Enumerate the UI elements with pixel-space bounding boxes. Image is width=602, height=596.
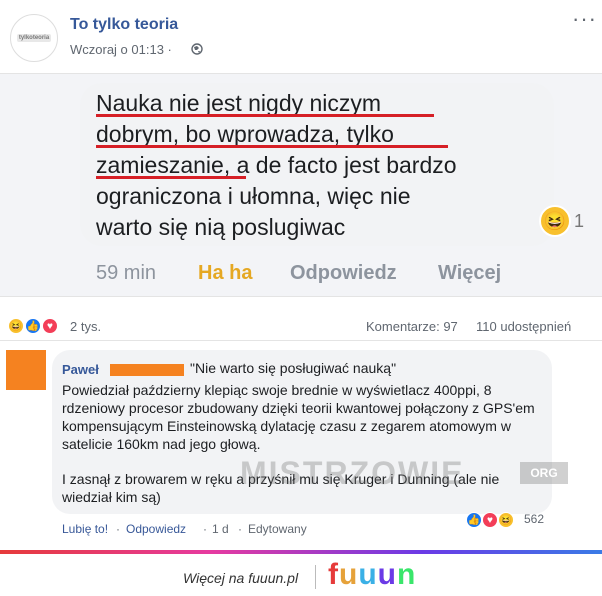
watermark: MISTRZOWIE [240, 455, 465, 491]
emoji-count: 1 [574, 211, 585, 231]
quoted-reply: Odpowiedz [290, 262, 397, 284]
comment-body: Powiedział październy klepiąc swoje bred… [62, 382, 535, 452]
page-avatar[interactable]: tylkoteoria [10, 14, 58, 62]
love-reaction-icon[interactable]: ♥ [482, 512, 498, 528]
comments-count[interactable]: Komentarze: 97 [366, 319, 458, 334]
haha-reaction-icon[interactable]: 😆 [498, 512, 514, 528]
red-underline [96, 145, 448, 148]
post-timestamp[interactable]: Wczoraj o 01:13 · [70, 42, 172, 57]
haha-reaction-icon[interactable]: 😆 [8, 318, 24, 334]
comment-reaction-count[interactable]: 562 [524, 512, 544, 526]
logo-letter: u [377, 558, 397, 591]
red-underline [96, 114, 434, 117]
quote-underlined: zamieszanie [96, 152, 224, 178]
logo-letter: f [328, 558, 339, 591]
comment-age[interactable]: 1 d [212, 522, 229, 536]
fuuun-logo[interactable]: fuuun [328, 558, 416, 592]
comment-author[interactable]: Paweł [62, 362, 99, 377]
love-reaction-icon[interactable]: ♥ [42, 318, 58, 334]
reaction-count[interactable]: 2 tys. [70, 319, 101, 334]
like-link[interactable]: Lubię to! [62, 522, 108, 536]
shares-count[interactable]: 110 udostępnień [476, 319, 571, 334]
logo-letter: n [396, 558, 417, 591]
quoted-comment-text: Nauka nie jest nigdy niczym dobrym, bo w… [96, 88, 546, 243]
quote-rest: , a de facto jest bardzo [223, 152, 457, 178]
globe-icon [191, 43, 203, 55]
watermark-suffix: ORG [520, 462, 568, 484]
page-name[interactable]: To tylko teoria [70, 16, 178, 34]
redaction-bar [110, 364, 184, 376]
footer-divider [315, 565, 316, 589]
reply-link[interactable]: Odpowiedz [126, 522, 186, 536]
footer-gradient-line [0, 550, 602, 554]
logo-letter: u [358, 558, 378, 591]
quote-line: warto się nią poslugiwac [96, 214, 346, 240]
comment-title: "Nie warto się posługiwać nauką" [190, 360, 397, 376]
avatar-text: tylkoteoria [16, 34, 52, 42]
quoted-more: Więcej [438, 262, 502, 284]
separator: · [116, 522, 120, 536]
haha-emoji-icon: 😆 [539, 205, 571, 237]
quoted-haha: Ha ha [198, 262, 253, 284]
separator: · [203, 522, 207, 536]
logo-letter: u [339, 558, 359, 591]
quoted-time: 59 min [96, 262, 157, 284]
commenter-avatar[interactable] [6, 350, 46, 390]
quote-line: ograniczona i ułomna, więc nie [96, 183, 411, 209]
edited-label: Edytowany [248, 522, 307, 536]
red-underline [96, 176, 246, 179]
divider [0, 340, 602, 341]
separator: · [238, 522, 242, 536]
footer-link[interactable]: Więcej na fuuun.pl [183, 570, 298, 586]
like-reaction-icon[interactable]: 👍 [466, 512, 482, 528]
like-reaction-icon[interactable]: 👍 [25, 318, 41, 334]
more-options-icon[interactable]: ··· [572, 8, 597, 30]
